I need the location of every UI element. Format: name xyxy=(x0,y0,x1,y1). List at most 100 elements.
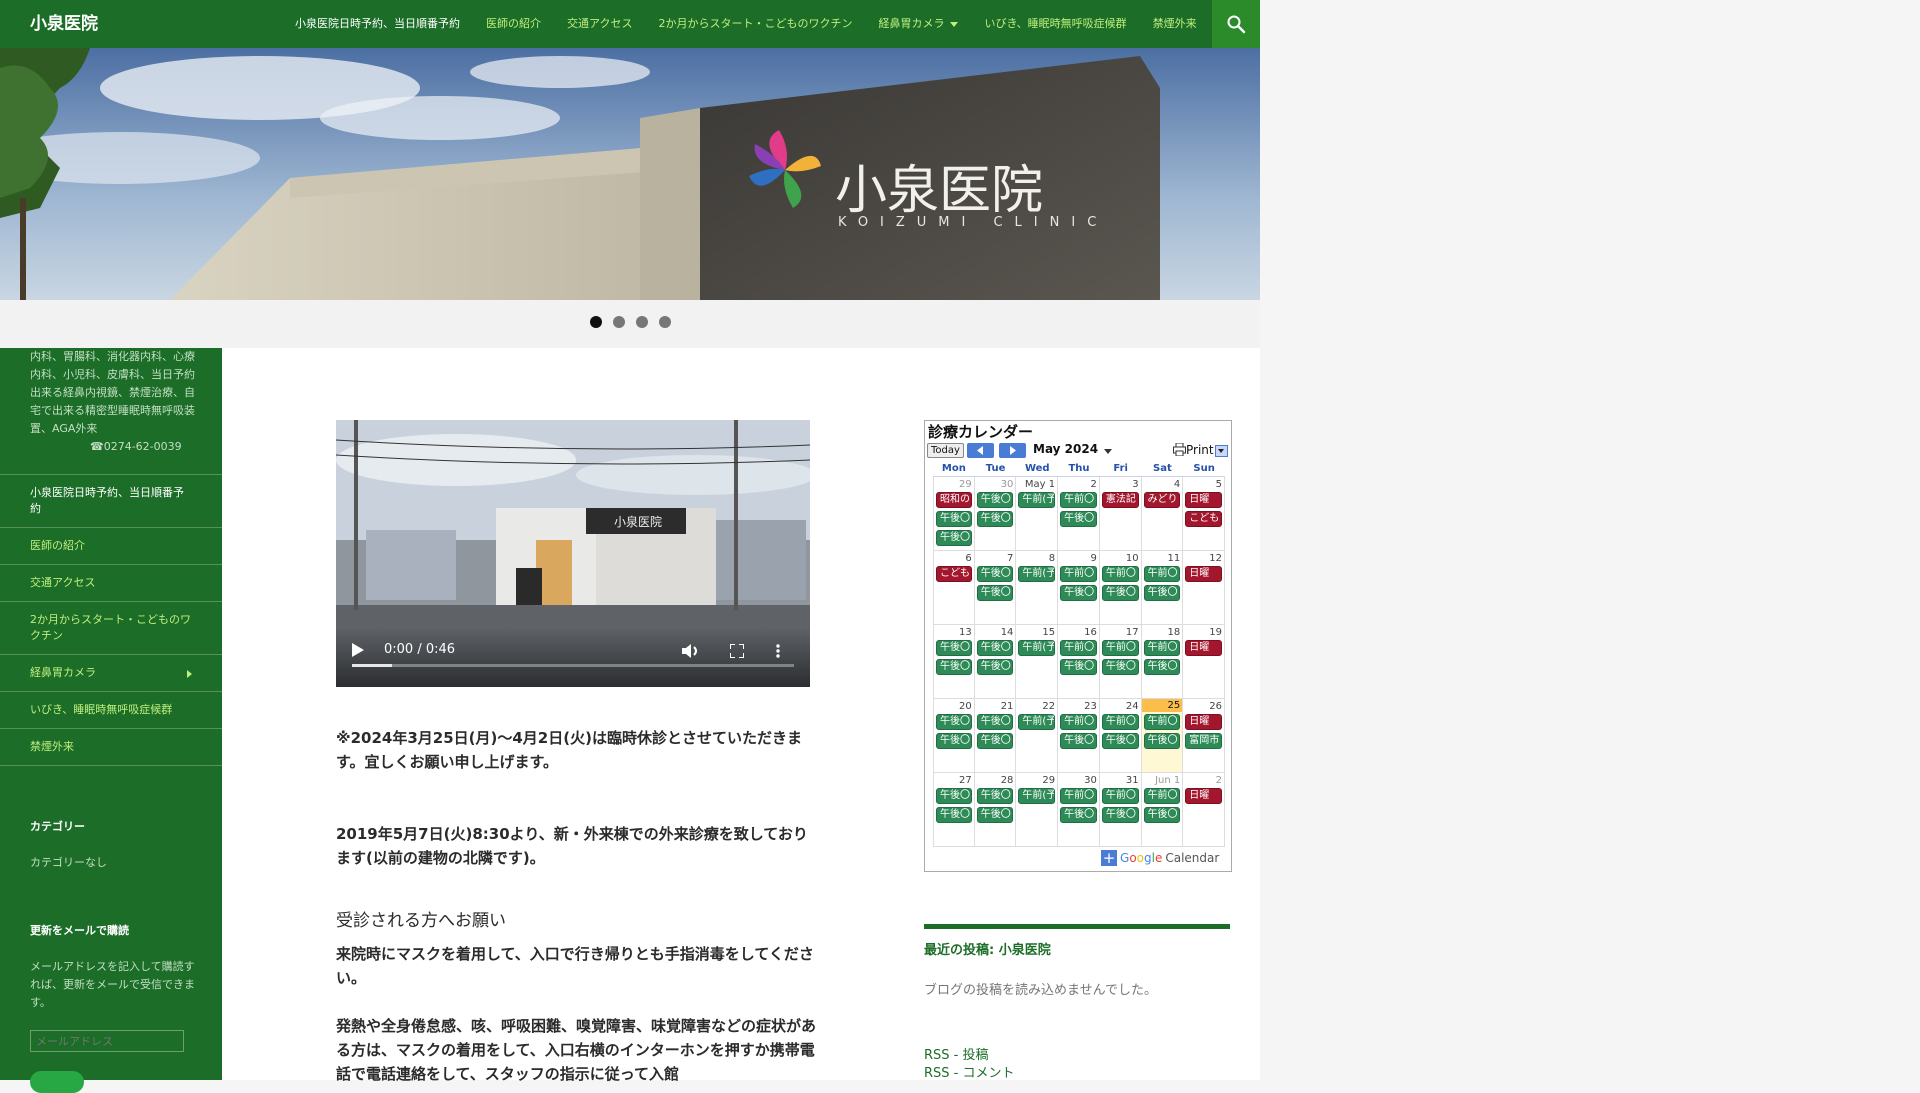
site-title[interactable]: 小泉医院 xyxy=(30,0,98,48)
print-dropdown-button[interactable] xyxy=(1215,445,1228,457)
print-button[interactable]: Print xyxy=(1173,442,1214,457)
calendar-day[interactable]: Jun 1 午前〇 午後〇 xyxy=(1142,773,1184,846)
nav-item-2[interactable]: 交通アクセス xyxy=(554,0,645,48)
calendar-event[interactable]: 午後〇 xyxy=(1101,659,1139,675)
next-month-button[interactable] xyxy=(999,443,1026,458)
hero-slider[interactable]: KOIZUMI CLINIC 小泉医院 xyxy=(0,48,1260,300)
calendar-day[interactable]: 2 午前〇 午後〇 xyxy=(1058,477,1100,550)
rss-posts-link[interactable]: RSS - 投稿 xyxy=(924,1044,989,1063)
sidebar-item-1[interactable]: 医師の紹介 xyxy=(0,528,222,565)
video-progress-bar[interactable] xyxy=(352,664,794,667)
slider-dot-4[interactable] xyxy=(659,316,671,328)
calendar-event[interactable]: 午前〇 xyxy=(1101,566,1139,582)
phone-number[interactable]: ☎0274-62-0039 xyxy=(30,438,182,456)
calendar-day[interactable]: 24 午前〇 午後〇 xyxy=(1100,699,1142,772)
calendar-event[interactable]: 午後〇 xyxy=(976,640,1014,656)
prev-month-button[interactable] xyxy=(967,443,994,458)
chevron-down-icon[interactable] xyxy=(1104,449,1112,454)
calendar-event[interactable]: 午後〇 xyxy=(1101,807,1139,823)
calendar-event[interactable]: 昭和の xyxy=(936,492,972,508)
sidebar-item-3[interactable]: 2か月からスタート・こどものワクチン xyxy=(0,602,222,655)
sidebar-item-4[interactable]: 経鼻胃カメラ xyxy=(0,655,222,692)
calendar-event[interactable]: 午前〇 xyxy=(1060,566,1097,582)
calendar-event[interactable]: 午前〇 xyxy=(1143,640,1181,656)
fullscreen-icon[interactable] xyxy=(730,644,744,658)
nav-item-5[interactable]: いびき、睡眠時無呼吸症候群 xyxy=(971,0,1139,48)
calendar-event[interactable]: 午前〇 xyxy=(1060,714,1097,730)
calendar-event[interactable]: 午後〇 xyxy=(976,788,1014,804)
calendar-event[interactable]: 日曜 xyxy=(1185,566,1222,582)
sidebar-item-2[interactable]: 交通アクセス xyxy=(0,565,222,602)
calendar-day[interactable]: 20 午後〇 午後〇 xyxy=(933,699,975,772)
calendar-day[interactable]: 13 午後〇 午後〇 xyxy=(933,625,975,698)
calendar-event[interactable]: 日曜 xyxy=(1185,714,1222,730)
calendar-day[interactable]: 19 日曜 xyxy=(1183,625,1225,698)
calendar-day[interactable]: 4 みどり xyxy=(1142,477,1184,550)
calendar-event[interactable]: 午前〇 xyxy=(1143,714,1181,730)
calendar-event[interactable]: 午前〇 xyxy=(1101,788,1139,804)
calendar-day[interactable]: 25 午前〇 午後〇 xyxy=(1141,699,1184,772)
video-player[interactable]: 小泉医院 0:00 / 0:46 xyxy=(336,420,810,687)
calendar-day[interactable]: 5 日曜 こども xyxy=(1183,477,1225,550)
search-button[interactable] xyxy=(1212,0,1260,48)
calendar-event[interactable]: 午後〇 xyxy=(976,659,1014,675)
calendar-event[interactable]: 午後〇 xyxy=(1060,659,1097,675)
calendar-day[interactable]: 30 午後〇 午後〇 xyxy=(975,477,1017,550)
today-button[interactable]: Today xyxy=(927,443,964,458)
calendar-event[interactable]: 午後〇 xyxy=(1060,585,1097,601)
rss-comments-link[interactable]: RSS - コメント xyxy=(924,1062,1015,1081)
sidebar-item-5[interactable]: いびき、睡眠時無呼吸症候群 xyxy=(0,692,222,729)
calendar-event[interactable]: 午後〇 xyxy=(976,585,1014,601)
nav-item-1[interactable]: 医師の紹介 xyxy=(473,0,554,48)
sidebar-item-6[interactable]: 禁煙外来 xyxy=(0,729,222,766)
play-icon[interactable] xyxy=(352,643,364,657)
calendar-event[interactable]: 午後〇 xyxy=(936,807,972,823)
email-field[interactable] xyxy=(30,1030,184,1052)
calendar-event[interactable]: 日曜 xyxy=(1185,640,1222,656)
calendar-event[interactable]: 午前〇 xyxy=(1060,640,1097,656)
calendar-event[interactable]: 午前〇 xyxy=(1143,788,1181,804)
calendar-event[interactable]: 午前(予 xyxy=(1018,566,1056,582)
calendar-event[interactable]: 午前〇 xyxy=(1143,566,1181,582)
calendar-event[interactable]: 午後〇 xyxy=(936,530,972,546)
calendar-event[interactable]: 午前(予 xyxy=(1018,640,1056,656)
slider-dot-1[interactable] xyxy=(590,316,602,328)
calendar-event[interactable]: みどり xyxy=(1143,492,1181,508)
calendar-event[interactable]: 午後〇 xyxy=(976,807,1014,823)
calendar-day[interactable]: 22 午前(予 xyxy=(1016,699,1059,772)
calendar-event[interactable]: 午前(予 xyxy=(1018,492,1056,508)
calendar-event[interactable]: 午後〇 xyxy=(1101,585,1139,601)
calendar-day[interactable]: 26 日曜 富岡市 xyxy=(1183,699,1225,772)
calendar-day[interactable]: 10 午前〇 午後〇 xyxy=(1100,551,1142,624)
calendar-month[interactable]: May 2024 xyxy=(1033,442,1098,456)
calendar-day[interactable]: 2 日曜 xyxy=(1183,773,1225,846)
calendar-event[interactable]: 富岡市 xyxy=(1185,733,1222,749)
calendar-day[interactable]: 21 午後〇 午後〇 xyxy=(975,699,1017,772)
recent-posts-heading[interactable]: 最近の投稿: 小泉医院 xyxy=(924,939,1051,958)
calendar-event[interactable]: 午後〇 xyxy=(936,659,972,675)
subscribe-button[interactable] xyxy=(30,1071,84,1093)
calendar-day[interactable]: May 1 午前(予 xyxy=(1016,477,1059,550)
volume-icon[interactable] xyxy=(682,643,700,659)
more-options-icon[interactable] xyxy=(776,644,780,658)
calendar-day[interactable]: 8 午前(予 xyxy=(1016,551,1059,624)
chevron-right-icon[interactable] xyxy=(187,670,192,678)
calendar-event[interactable]: 午前〇 xyxy=(1060,492,1097,508)
nav-item-4[interactable]: 経鼻胃カメラ xyxy=(865,0,971,48)
calendar-day[interactable]: 3 憲法記 xyxy=(1100,477,1142,550)
calendar-event[interactable]: 午後〇 xyxy=(936,733,972,749)
calendar-event[interactable]: こども xyxy=(1185,511,1222,527)
calendar-day[interactable]: 30 午前〇 午後〇 xyxy=(1058,773,1100,846)
calendar-day[interactable]: 15 午前(予 xyxy=(1016,625,1059,698)
calendar-event[interactable]: 午後〇 xyxy=(976,733,1014,749)
calendar-day[interactable]: 12 日曜 xyxy=(1183,551,1225,624)
calendar-event[interactable]: 憲法記 xyxy=(1101,492,1139,508)
calendar-day[interactable]: 7 午後〇 午後〇 xyxy=(975,551,1017,624)
calendar-event[interactable]: 午後〇 xyxy=(936,714,972,730)
calendar-day[interactable]: 11 午前〇 午後〇 xyxy=(1142,551,1184,624)
slider-dot-2[interactable] xyxy=(613,316,625,328)
calendar-event[interactable]: 午後〇 xyxy=(1060,807,1097,823)
google-calendar-link[interactable]: + Google Calendar xyxy=(1101,849,1219,867)
calendar-event[interactable]: 午後〇 xyxy=(1101,733,1139,749)
calendar-day[interactable]: 27 午後〇 午後〇 xyxy=(933,773,975,846)
